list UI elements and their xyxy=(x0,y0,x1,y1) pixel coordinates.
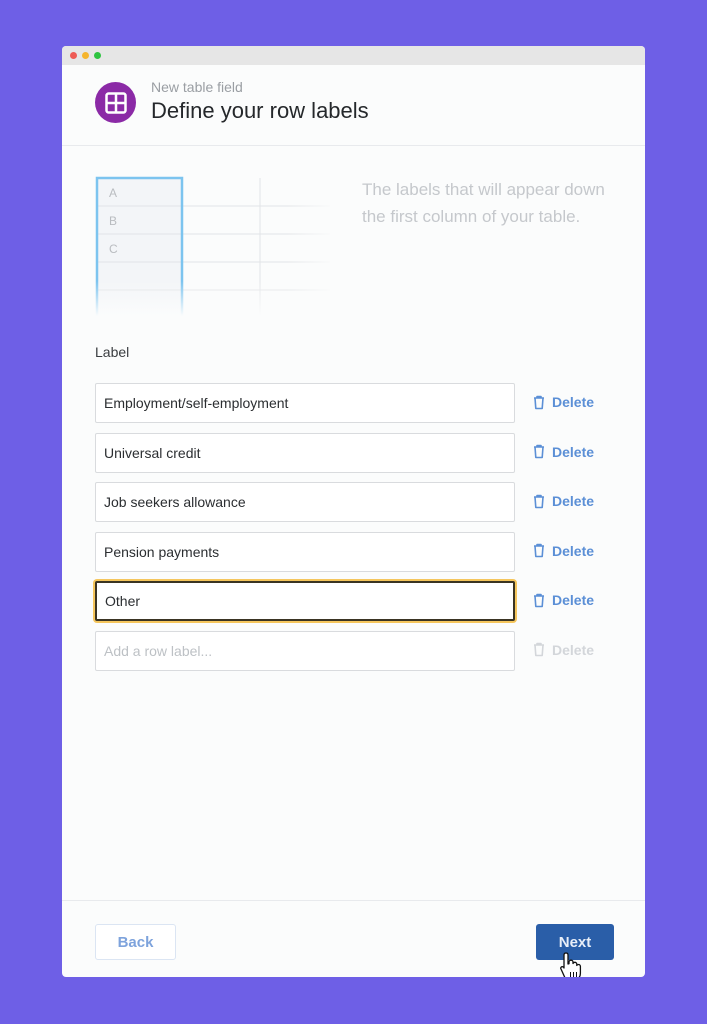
dialog-subtitle: New table field xyxy=(151,79,243,95)
maximize-window-button[interactable] xyxy=(94,52,101,59)
table-preview-illustration: A B C xyxy=(95,176,335,318)
preview-row-letter: A xyxy=(109,186,118,200)
delete-row-button-disabled: Delete xyxy=(533,642,594,658)
back-button[interactable]: Back xyxy=(95,924,176,960)
delete-label: Delete xyxy=(552,592,595,608)
row-label-input[interactable] xyxy=(95,482,515,522)
delete-label: Delete xyxy=(552,443,595,460)
row-label-input[interactable] xyxy=(95,531,515,572)
trash-icon xyxy=(534,642,544,657)
delete-label: Delete xyxy=(552,542,595,559)
hand-pointer-cursor-icon xyxy=(560,952,582,977)
trash-icon xyxy=(534,543,544,558)
app-window: New table field Define your row labels A… xyxy=(62,46,645,977)
delete-row-button[interactable]: Delete xyxy=(533,444,594,460)
dialog-title: Define your row labels xyxy=(151,98,369,123)
delete-row-button[interactable]: Delete xyxy=(533,493,594,509)
delete-label: Delete xyxy=(552,641,595,658)
row-label-input[interactable] xyxy=(95,432,515,473)
dialog-header: New table field Define your row labels xyxy=(62,65,645,146)
row-label-input[interactable] xyxy=(95,383,515,423)
row-label-input-focused[interactable] xyxy=(95,581,515,621)
delete-row-button[interactable]: Delete xyxy=(533,543,594,559)
trash-icon xyxy=(534,593,544,607)
preview-row-letter: B xyxy=(109,214,118,228)
minimize-window-button[interactable] xyxy=(82,52,89,59)
title-bar xyxy=(62,46,645,65)
delete-label: Delete xyxy=(552,493,595,509)
table-grid-icon xyxy=(95,82,136,123)
dialog-footer: Back Next xyxy=(62,900,645,977)
preview-row-letter: C xyxy=(109,242,118,256)
close-window-button[interactable] xyxy=(70,52,77,59)
trash-icon xyxy=(534,494,544,508)
label-column-heading: Label xyxy=(95,344,130,360)
delete-row-button[interactable]: Delete xyxy=(533,592,594,608)
delete-label: Delete xyxy=(552,394,595,410)
help-description: The labels that will appear down the fir… xyxy=(362,180,605,226)
trash-icon xyxy=(534,395,544,409)
add-row-label-input[interactable] xyxy=(95,630,515,671)
trash-icon xyxy=(534,444,544,459)
delete-row-button[interactable]: Delete xyxy=(533,394,594,410)
